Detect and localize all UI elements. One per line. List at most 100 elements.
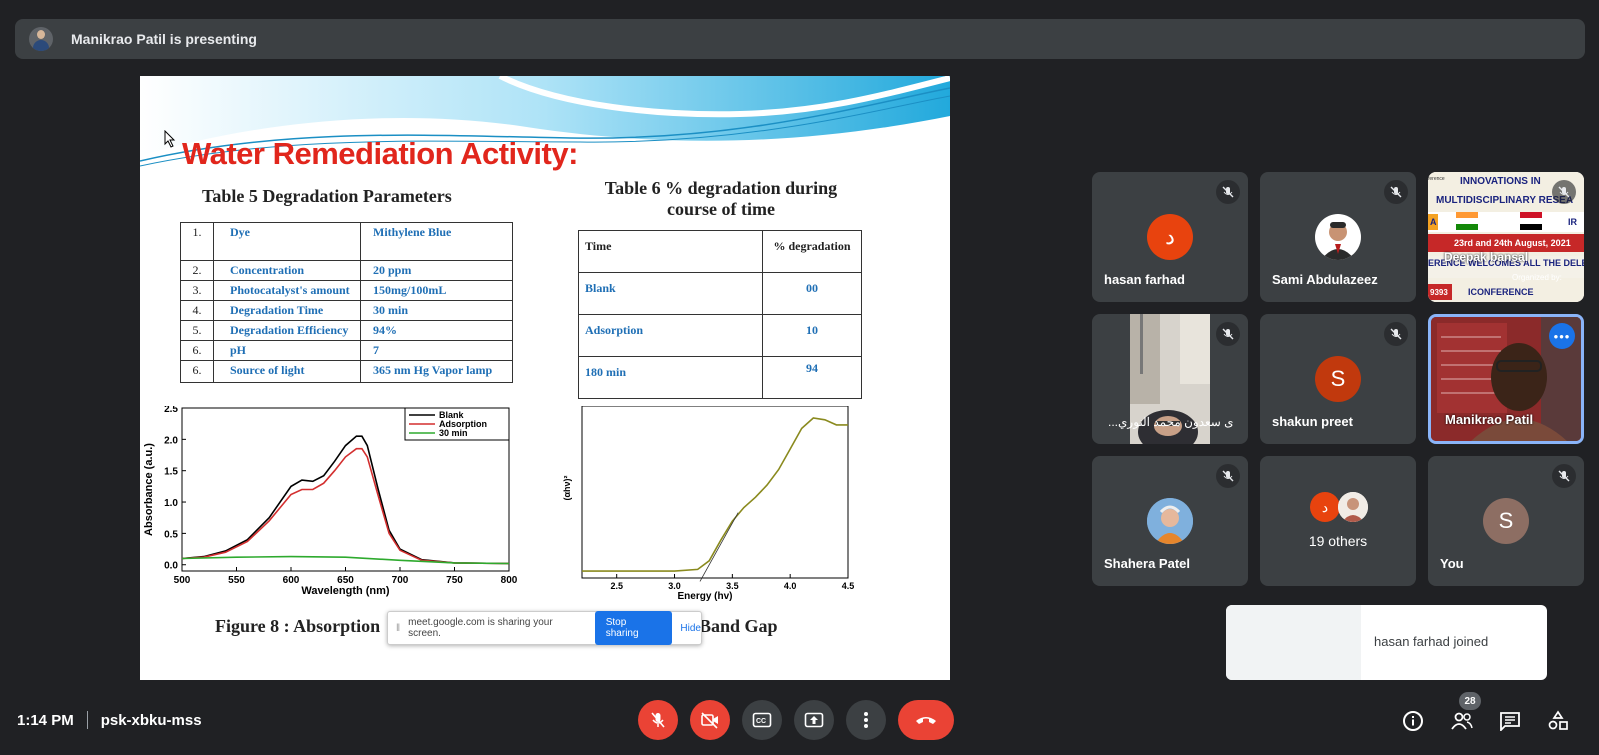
camera-toggle-button[interactable] [690,700,730,740]
y-axis-label: (αhν)² [562,475,572,500]
x-tick-label: 700 [392,575,409,586]
activities-button[interactable] [1546,709,1570,733]
activities-icon [1548,710,1568,730]
leave-call-button[interactable] [898,700,954,740]
hide-button[interactable]: Hide [680,623,701,634]
present-now-button[interactable] [794,700,834,740]
participant-tile-others[interactable]: د 19 others [1260,456,1416,586]
banner-iconference: ICONFERENCE [1468,287,1534,297]
presenting-bar[interactable]: Manikrao Patil is presenting [15,19,1585,59]
table5-title: Table 5 Degradation Parameters [202,186,452,206]
table-header-cell: % degradation [762,230,862,273]
participant-name: You [1440,556,1464,571]
table-row: 4. Degradation Time 30 min [180,300,513,321]
table-cell: Concentration [213,260,361,281]
x-tick-label: 4.0 [784,581,797,591]
meeting-details-button[interactable] [1401,709,1425,733]
captions-icon: CC [752,712,772,728]
participant-tile-sami-abdulazeez[interactable]: Sami Abdulazeez [1260,172,1416,302]
mouse-cursor-icon [164,130,176,148]
participant-tile-shahera-patel[interactable]: Shahera Patel [1092,456,1248,586]
captions-button[interactable]: CC [742,700,782,740]
mic-toggle-button[interactable] [638,700,678,740]
table-cell: 180 min [578,356,763,399]
drag-handle-icon[interactable]: ‖ [396,623,400,634]
participant-name: shakun preet [1272,414,1353,429]
stop-sharing-button[interactable]: Stop sharing [594,611,673,645]
people-button[interactable] [1450,709,1474,733]
plot-frame [581,406,849,579]
table-cell: 94 [762,356,862,399]
meeting-details: 1:14 PM psk-xbku-mss [17,711,202,729]
y-tick-label: 0.5 [164,529,178,540]
participant-tile-arabic-name[interactable]: ...ى سعدون محمد النوري [1092,314,1248,444]
participant-tile-hasan-farhad[interactable]: د hasan farhad [1092,172,1248,302]
participant-avatar [1147,498,1193,544]
table-cell: Blank [578,272,763,315]
degradation-time-table: Time% degradation Blank 00 Adsorption 10 1… [578,230,862,399]
table-cell: 1. [180,222,214,261]
people-icon [1451,712,1473,730]
table6-title-line1: Table 6 % degradation during [604,178,838,198]
mic-muted-icon [1216,322,1240,346]
table-row: Adsorption 10 [578,314,862,357]
meeting-code[interactable]: psk-xbku-mss [101,712,202,729]
table-cell: 94% [360,320,513,341]
legend-label: 30 min [439,428,468,438]
participant-name: Shahera Patel [1104,556,1190,571]
table-cell: Adsorption [578,314,763,357]
table-row: 6. Source of light 365 nm Hg Vapor lamp [180,360,513,383]
table-cell: Source of light [213,360,361,383]
participant-name: ...ى سعدون محمد النوري [1108,415,1234,429]
table-row: 2. Concentration 20 ppm [180,260,513,281]
absorption-chart: 500 550 600 650 700 750 8000.00.51.01.52.02.5W… [143,406,518,597]
x-tick-label: 3.5 [726,581,739,591]
table6-title: Table 6 % degradation during course of t… [588,178,854,220]
banner-line1: INNOVATIONS IN [1460,176,1541,187]
meet-window: Manikrao Patil is presenting Water Remed… [0,0,1599,755]
hangup-icon [916,717,936,724]
table-cell: Photocatalyst's amount [213,280,361,301]
clock-time: 1:14 PM [17,711,74,729]
participant-tile-deepak-bansal[interactable]: ference INNOVATIONS IN MULTIDISCIPLINARY… [1428,172,1584,302]
join-notification: hasan farhad joined [1226,605,1547,680]
table-cell: 6. [180,340,214,361]
join-notification-thumbnail [1226,605,1361,680]
band-gap-chart: 2.5 3.0 3.5 4.0 4.5 Energy (hv) (αhν)² [562,406,854,602]
participant-tile-manikrao-patil[interactable]: ••• Manikrao Patil [1428,314,1584,444]
table-cell: Dye [213,222,361,261]
figure-caption-right: Band Gap [699,616,778,636]
participant-tile-shakun-preet[interactable]: S shakun preet [1260,314,1416,444]
x-tick-label: 750 [446,575,463,586]
table-cell: Degradation Efficiency [213,320,361,341]
more-options-button[interactable] [846,700,886,740]
info-icon [1403,711,1423,731]
participant-avatar: د [1310,492,1340,522]
mic-muted-icon [1552,464,1576,488]
chat-button[interactable] [1498,709,1522,733]
divider [86,711,88,729]
presenter-avatar [29,27,53,51]
table-row: 6. pH 7 [180,340,513,361]
y-tick-label: 2.5 [164,406,178,415]
table-row: Blank 00 [578,272,862,315]
table-cell: 3. [180,280,214,301]
table-cell: 30 min [360,300,513,321]
more-options-icon[interactable]: ••• [1549,323,1575,349]
participant-avatar: S [1315,356,1361,402]
join-notification-text: hasan farhad joined [1374,634,1489,649]
y-tick-label: 1.5 [164,467,178,478]
table-cell: 10 [762,314,862,357]
degradation-parameters-table: 1. Dye Mithylene Blue 2. Concentration 20 pp… [180,222,513,383]
banner-date: 23rd and 24th August, 2021 [1454,238,1571,248]
more-icon [864,712,868,728]
table-row: 3. Photocatalyst's amount 150mg/100mL [180,280,513,301]
table-row: 5. Degradation Efficiency 94% [180,320,513,341]
present-icon [804,712,824,728]
x-axis-label: Wavelength (nm) [301,585,390,597]
participant-tile-you[interactable]: S You [1428,456,1584,586]
people-count-badge: 28 [1459,692,1481,710]
x-tick-label: 3.0 [668,581,681,591]
others-avatar-stack: د [1310,492,1370,522]
y-tick-label: 2.0 [164,435,178,446]
